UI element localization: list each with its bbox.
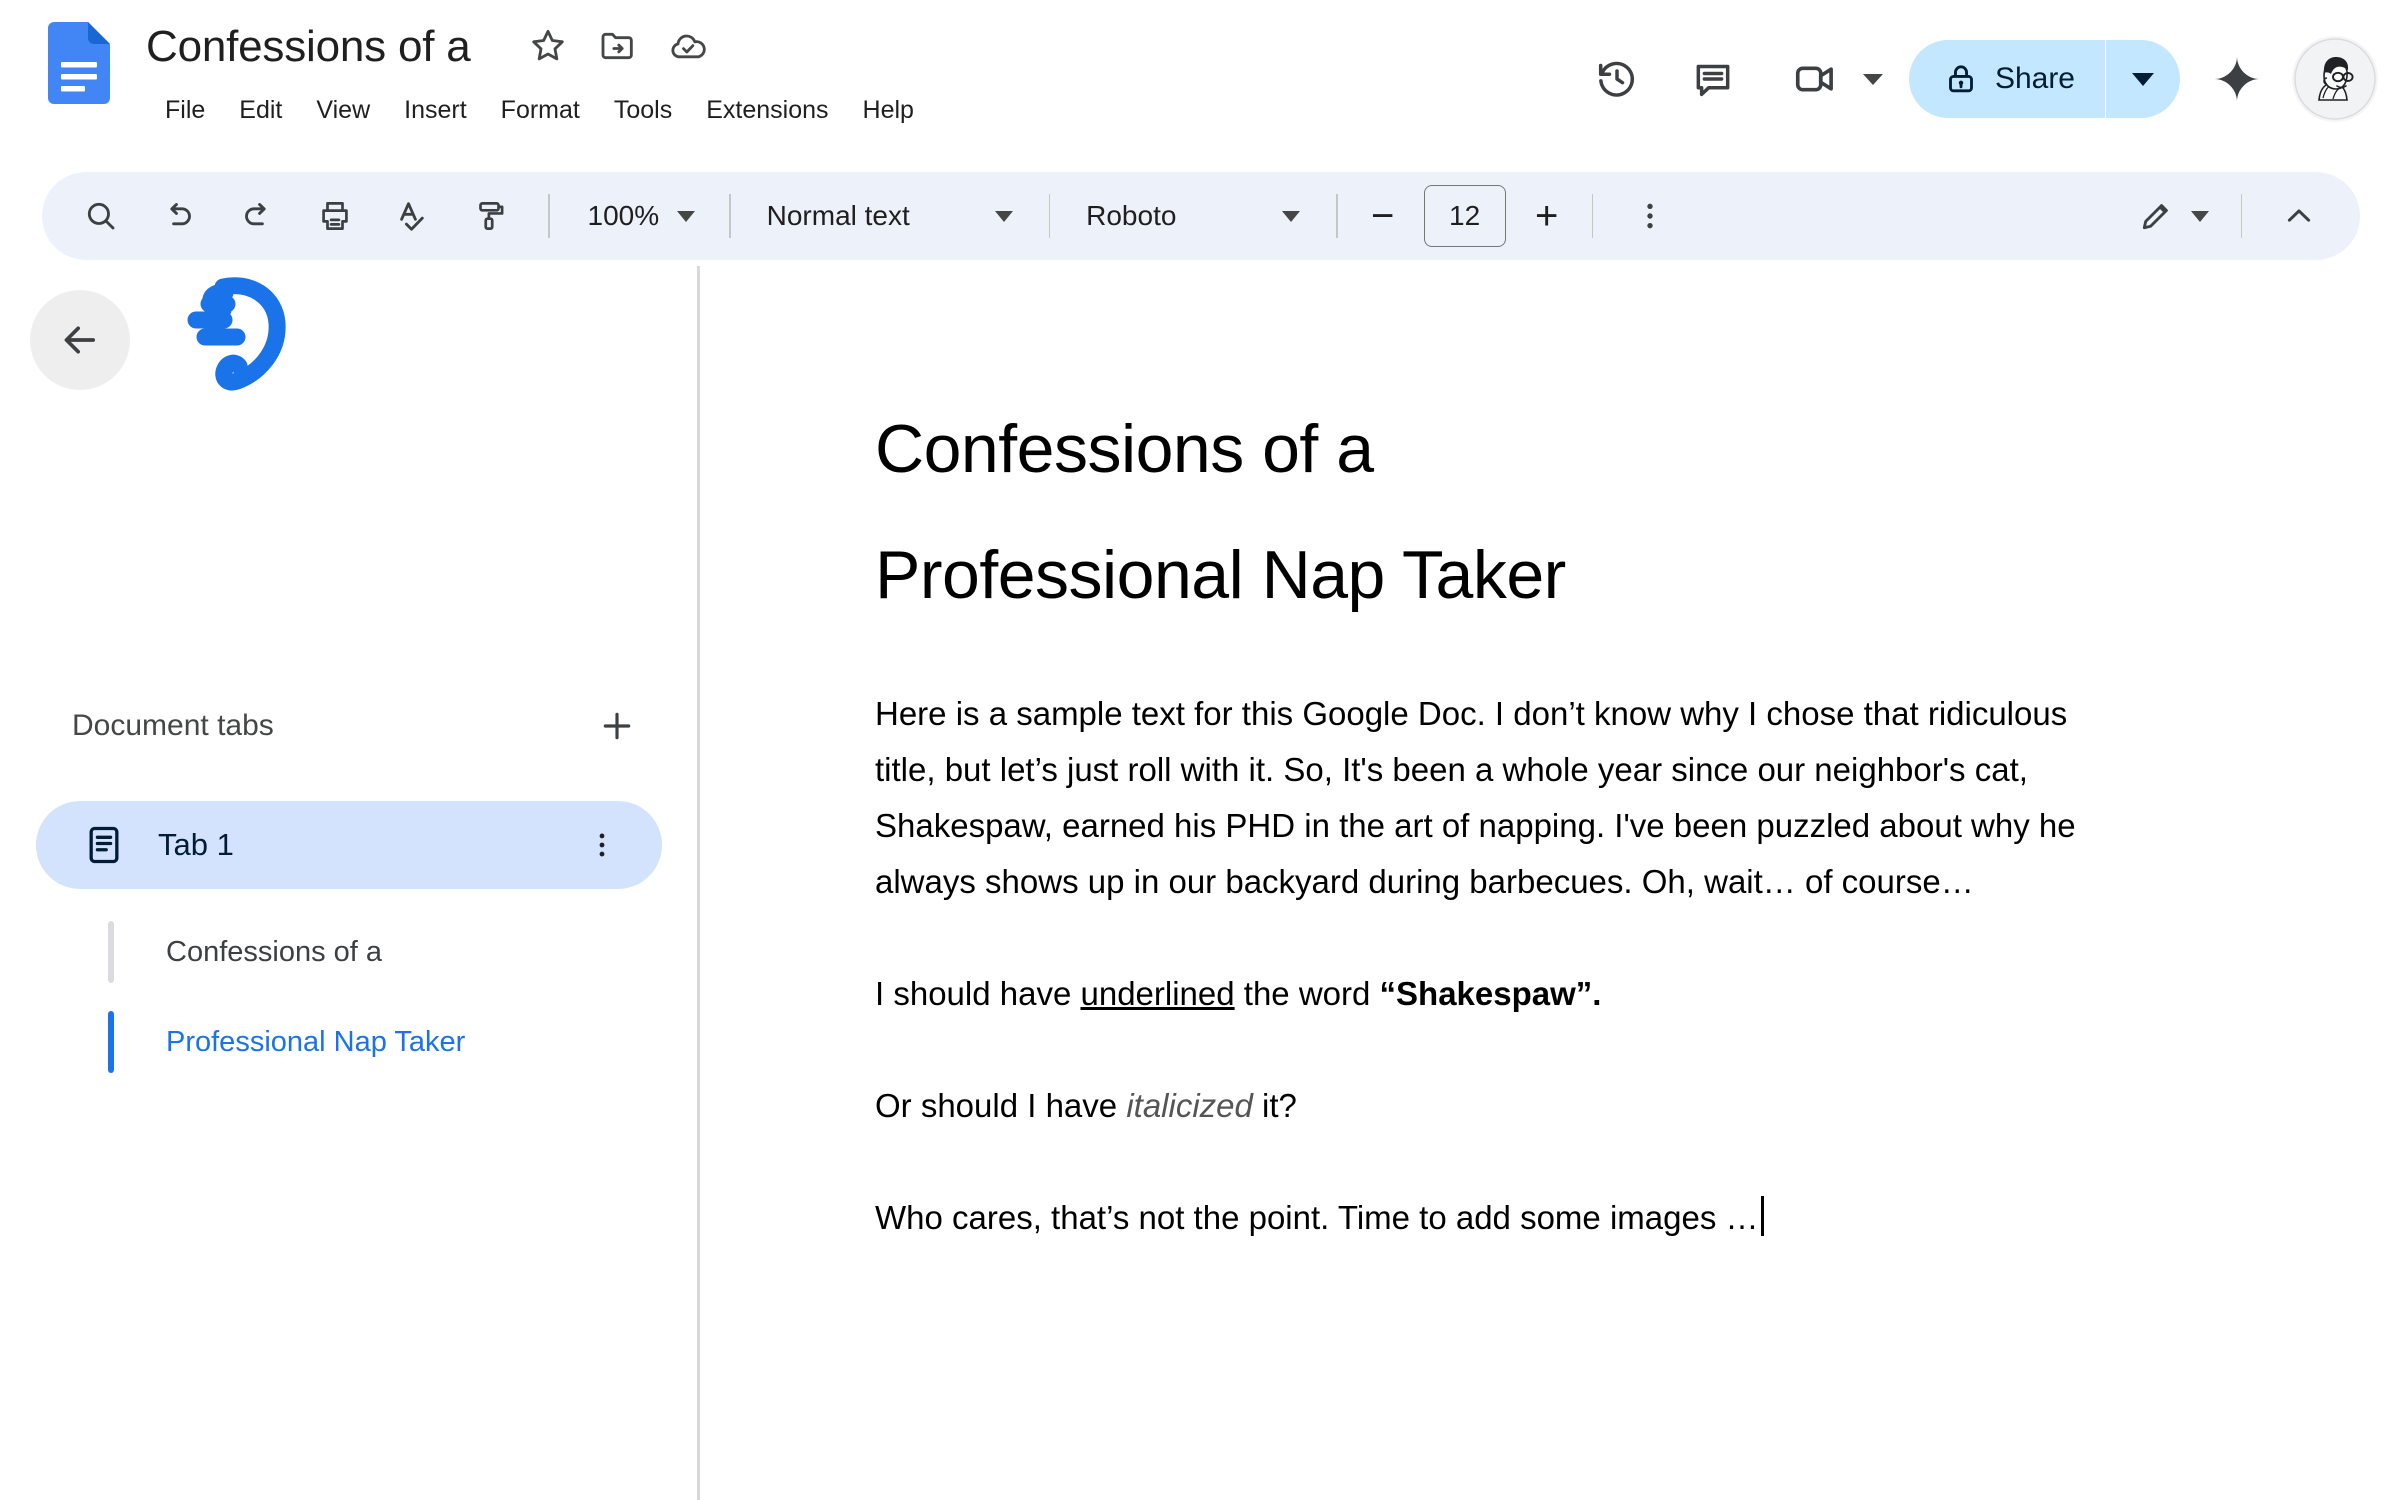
share-dropdown-button[interactable] bbox=[2106, 40, 2180, 118]
toolbar-divider bbox=[1048, 194, 1051, 238]
star-icon[interactable] bbox=[528, 26, 568, 66]
document-tabs-header: Document tabs bbox=[0, 691, 697, 761]
back-arrow-icon[interactable] bbox=[30, 290, 130, 390]
heading-indent-bar-active bbox=[108, 1011, 114, 1073]
underlined-text: underlined bbox=[1080, 975, 1235, 1012]
document-heading-line-1: Confessions of a bbox=[875, 411, 1374, 487]
font-family-value: Roboto bbox=[1086, 200, 1177, 231]
search-icon[interactable] bbox=[70, 185, 132, 247]
menu-format[interactable]: Format bbox=[484, 90, 597, 130]
toolbar-divider bbox=[729, 194, 731, 238]
menu-bar: File Edit View Insert Format Tools Exten… bbox=[148, 90, 931, 130]
title-icon-group bbox=[528, 26, 708, 66]
paragraph-text: Who cares, that’s not the point. Time to… bbox=[875, 1199, 1759, 1236]
paragraph-style-value: Normal text bbox=[766, 200, 910, 231]
sidebar-item-tab-1[interactable]: Tab 1 bbox=[36, 801, 662, 889]
sidebar-heading-label: Confessions of a bbox=[166, 935, 383, 968]
document-body[interactable]: Here is a sample text for this Google Do… bbox=[875, 686, 2125, 1302]
sidebar-item-label: Tab 1 bbox=[158, 827, 234, 862]
toolbar-divider bbox=[1591, 194, 1594, 238]
menu-tools[interactable]: Tools bbox=[597, 90, 689, 130]
paragraph-text: it? bbox=[1252, 1087, 1297, 1124]
document-tabs-sidebar: Document tabs Tab 1 Confessions of a Pro… bbox=[0, 266, 697, 1500]
version-history-icon[interactable] bbox=[1579, 41, 1655, 117]
sidebar-heading-label: Professional Nap Taker bbox=[166, 1025, 466, 1058]
plus-icon[interactable] bbox=[589, 698, 645, 754]
font-size-input[interactable]: 12 bbox=[1423, 185, 1506, 247]
move-to-folder-icon[interactable] bbox=[598, 26, 638, 66]
editing-mode-selector[interactable] bbox=[2123, 185, 2223, 247]
paragraph-text: Here is a sample text for this Google Do… bbox=[875, 695, 2076, 900]
chevron-down-icon bbox=[1282, 210, 1301, 222]
meet-camera-icon[interactable] bbox=[1777, 41, 1853, 117]
more-vert-icon[interactable] bbox=[578, 821, 626, 869]
undo-icon[interactable] bbox=[148, 185, 210, 247]
paragraph-text: I should have bbox=[875, 975, 1081, 1012]
bold-text: “Shakespaw”. bbox=[1379, 975, 1602, 1012]
menu-insert[interactable]: Insert bbox=[387, 90, 484, 130]
document-title-block[interactable]: Confessions of a bbox=[146, 18, 471, 76]
more-vert-icon[interactable] bbox=[1619, 185, 1681, 247]
chevron-up-icon[interactable] bbox=[2268, 185, 2330, 247]
paragraph-text: the word bbox=[1234, 975, 1380, 1012]
sidebar-heading-confessions[interactable]: Confessions of a bbox=[108, 921, 668, 983]
chevron-down-icon bbox=[677, 210, 696, 222]
pencil-icon bbox=[2142, 204, 2168, 230]
document-heading[interactable]: Confessions of a Professional Nap Taker bbox=[875, 386, 1975, 638]
italic-text: italicized bbox=[1126, 1087, 1253, 1124]
chevron-down-icon bbox=[994, 210, 1013, 222]
font-size-stepper: − 12 + bbox=[1356, 185, 1574, 247]
cloud-saved-icon[interactable] bbox=[668, 26, 708, 66]
document-paragraph-2[interactable]: I should have underlined the word “Shake… bbox=[875, 966, 2125, 1022]
zoom-value: 100% bbox=[587, 200, 660, 231]
blue-swirl-logo bbox=[163, 271, 303, 401]
menu-edit[interactable]: Edit bbox=[222, 90, 299, 130]
spellcheck-icon[interactable] bbox=[382, 185, 444, 247]
toolbar-divider bbox=[1336, 194, 1338, 238]
toolbar-divider bbox=[548, 194, 550, 238]
lock-icon bbox=[1949, 65, 1973, 93]
share-label: Share bbox=[1994, 62, 2075, 95]
redo-icon[interactable] bbox=[226, 185, 288, 247]
chevron-down-icon bbox=[2132, 72, 2154, 86]
menu-file[interactable]: File bbox=[148, 90, 222, 130]
share-main[interactable]: Share bbox=[1909, 40, 2106, 118]
comment-icon[interactable] bbox=[1675, 41, 1751, 117]
heading-indent-bar bbox=[108, 921, 114, 983]
document-paragraph-3[interactable]: Or should I have italicized it? bbox=[875, 1078, 2125, 1134]
header-actions: Share bbox=[1579, 0, 2400, 158]
menu-help[interactable]: Help bbox=[846, 90, 931, 130]
document-heading-line-2: Professional Nap Taker bbox=[875, 537, 1566, 613]
avatar[interactable] bbox=[2292, 36, 2378, 122]
format-toolbar: 100% Normal text Roboto − 12 + bbox=[42, 172, 2360, 260]
paint-format-icon[interactable] bbox=[460, 185, 522, 247]
document-canvas[interactable]: Confessions of a Professional Nap Taker … bbox=[700, 266, 2400, 1500]
document-paragraph-1[interactable]: Here is a sample text for this Google Do… bbox=[875, 686, 2125, 910]
decrease-font-size-button[interactable]: − bbox=[1356, 189, 1410, 243]
document-tab-icon bbox=[89, 826, 119, 864]
app-header: Confessions of a File Edit View Insert F… bbox=[0, 0, 2400, 158]
font-family-selector[interactable]: Roboto bbox=[1068, 185, 1318, 247]
chevron-down-icon bbox=[2190, 210, 2209, 222]
menu-extensions[interactable]: Extensions bbox=[689, 90, 845, 130]
sidebar-heading-professional-nap-taker[interactable]: Professional Nap Taker bbox=[108, 1011, 668, 1073]
toolbar-divider bbox=[2240, 194, 2242, 238]
document-tabs-title: Document tabs bbox=[72, 709, 274, 742]
paragraph-style-selector[interactable]: Normal text bbox=[749, 185, 1031, 247]
gemini-sparkle-icon[interactable] bbox=[2194, 36, 2280, 122]
share-button[interactable]: Share bbox=[1908, 40, 2180, 118]
document-paragraph-4[interactable]: Who cares, that’s not the point. Time to… bbox=[875, 1190, 2125, 1246]
zoom-selector[interactable]: 100% bbox=[568, 185, 712, 247]
paragraph-text: Or should I have bbox=[875, 1087, 1127, 1124]
docs-file-icon[interactable] bbox=[48, 22, 110, 104]
meet-camera-button[interactable] bbox=[1777, 41, 1883, 117]
chevron-down-icon[interactable] bbox=[1862, 73, 1883, 85]
menu-view[interactable]: View bbox=[299, 90, 387, 130]
increase-font-size-button[interactable]: + bbox=[1520, 189, 1574, 243]
print-icon[interactable] bbox=[304, 185, 366, 247]
page-title[interactable]: Confessions of a bbox=[146, 18, 471, 76]
text-cursor bbox=[1760, 1196, 1764, 1236]
